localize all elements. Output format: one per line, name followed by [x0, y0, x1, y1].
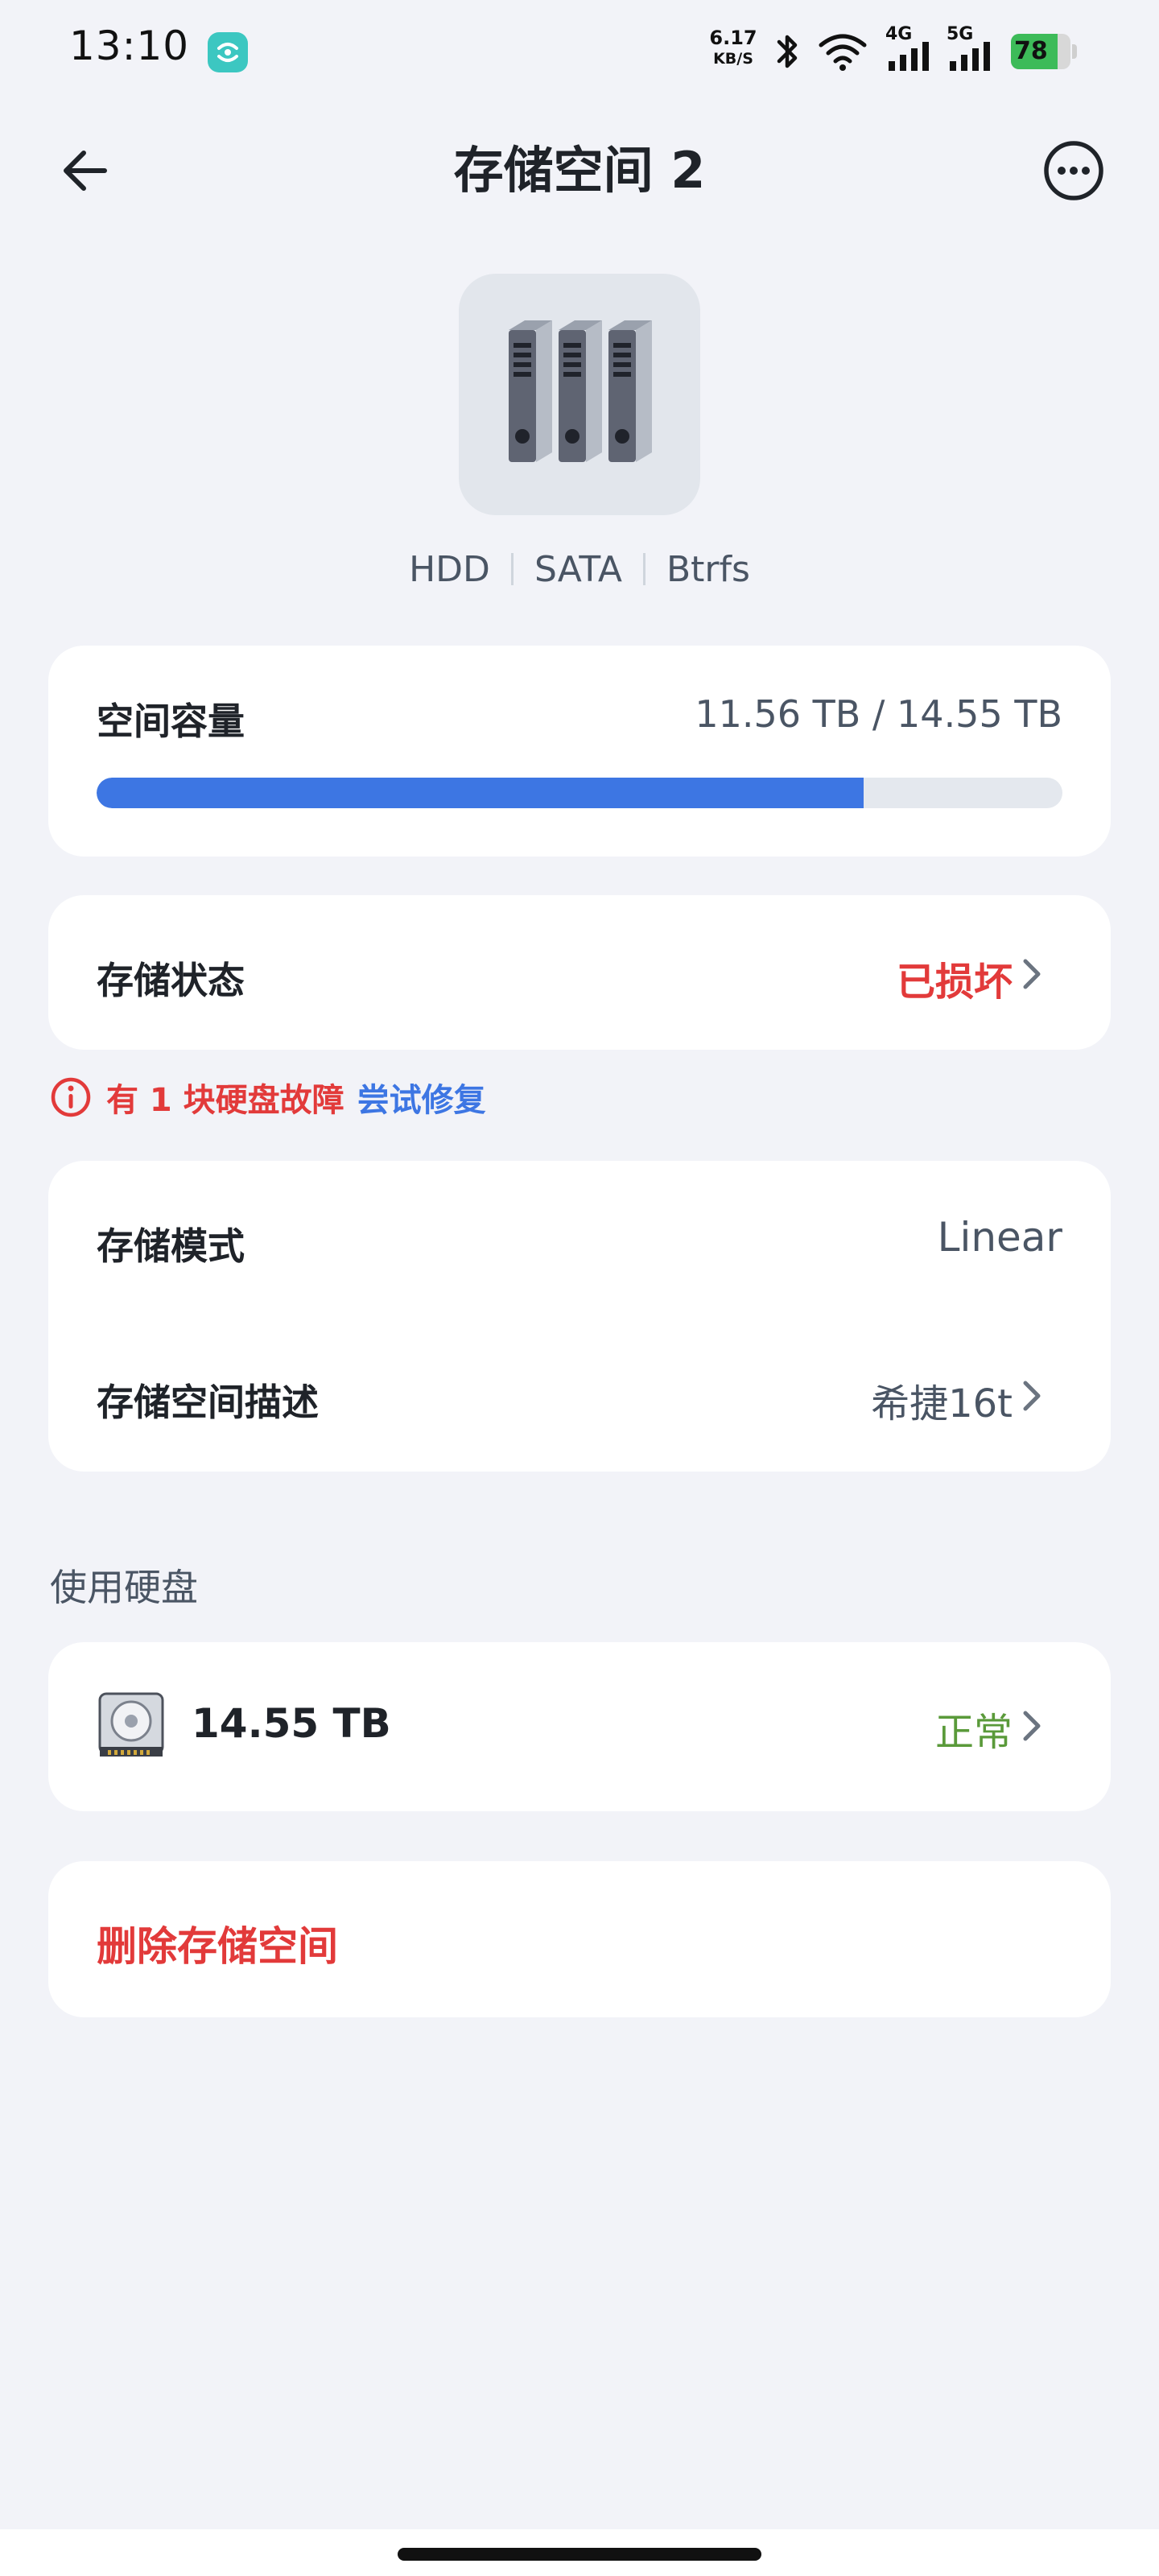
disk-failure-warning: 有 1 块硬盘故障 尝试修复	[50, 1071, 486, 1124]
capacity-separator: /	[872, 692, 885, 736]
tag-filesystem: Btrfs	[666, 548, 750, 590]
network-speed-unit: KB/S	[713, 50, 753, 68]
chevron-right-icon	[1023, 1711, 1041, 1741]
app-notification-icon	[208, 32, 248, 72]
storage-status-label: 存储状态	[97, 959, 245, 1002]
hard-disk-icon	[98, 1692, 164, 1757]
capacity-value: 11.56 TB / 14.55 TB	[695, 692, 1062, 736]
storage-description-row[interactable]: 存储空间描述 希捷16t	[48, 1319, 1111, 1472]
battery-charging-icon: 78	[1011, 34, 1077, 69]
capacity-label: 空间容量	[97, 700, 245, 743]
home-indicator[interactable]	[398, 2548, 761, 2561]
capacity-progress-fill	[97, 778, 864, 808]
delete-storage-label: 删除存储空间	[97, 1923, 338, 1970]
storage-illustration	[459, 274, 700, 515]
storage-description-value: 希捷16t	[871, 1381, 1013, 1426]
capacity-progress-bar	[97, 778, 1062, 808]
disk-status: 正常	[934, 1710, 1013, 1755]
storage-drives-icon	[509, 320, 652, 462]
status-bar: 13:10 6.17 KB/S 4G 5G 78	[0, 0, 1159, 97]
storage-status-value: 已损坏	[896, 960, 1013, 1005]
try-repair-link[interactable]: 尝试修复	[357, 1074, 486, 1121]
capacity-used: 11.56 TB	[695, 692, 861, 736]
device-tags: HDD SATA Btrfs	[0, 541, 1159, 597]
disks-section-title: 使用硬盘	[50, 1566, 198, 1609]
tag-interface: SATA	[534, 548, 622, 590]
cell-signal-4g-icon	[889, 42, 929, 71]
network-speed-value: 6.17	[709, 27, 757, 49]
storage-description-label: 存储空间描述	[97, 1381, 319, 1424]
back-button[interactable]	[50, 135, 121, 206]
disk-size: 14.55 TB	[192, 1700, 391, 1747]
status-time: 13:10	[69, 23, 190, 69]
disk-list-item[interactable]: 14.55 TB 正常	[48, 1642, 1111, 1811]
page-title: 存储空间 2	[453, 141, 706, 200]
wifi-icon	[819, 34, 867, 71]
storage-mode-value: Linear	[937, 1214, 1062, 1261]
info-circle-icon	[51, 1077, 91, 1117]
arrow-left-icon	[64, 151, 107, 191]
battery-level: 78	[1014, 37, 1048, 65]
storage-mode-label: 存储模式	[97, 1224, 245, 1268]
bluetooth-icon	[777, 35, 798, 68]
more-horizontal-circle-icon	[1044, 141, 1103, 200]
storage-status-row[interactable]: 存储状态 已损坏	[48, 895, 1111, 1050]
cell-signal-5g-icon	[950, 42, 990, 71]
capacity-card: 空间容量 11.56 TB / 14.55 TB	[48, 646, 1111, 857]
more-button[interactable]	[1038, 135, 1109, 206]
delete-storage-button[interactable]: 删除存储空间	[48, 1861, 1111, 2017]
storage-info-card: 存储模式 Linear 存储空间描述 希捷16t	[48, 1161, 1111, 1472]
chevron-right-icon	[1023, 959, 1041, 989]
tag-disk-type: HDD	[409, 548, 490, 590]
chevron-right-icon	[1023, 1381, 1041, 1411]
network-speed: 6.17 KB/S	[705, 27, 761, 69]
warning-text: 有 1 块硬盘故障	[106, 1082, 344, 1119]
capacity-total: 14.55 TB	[897, 692, 1062, 736]
